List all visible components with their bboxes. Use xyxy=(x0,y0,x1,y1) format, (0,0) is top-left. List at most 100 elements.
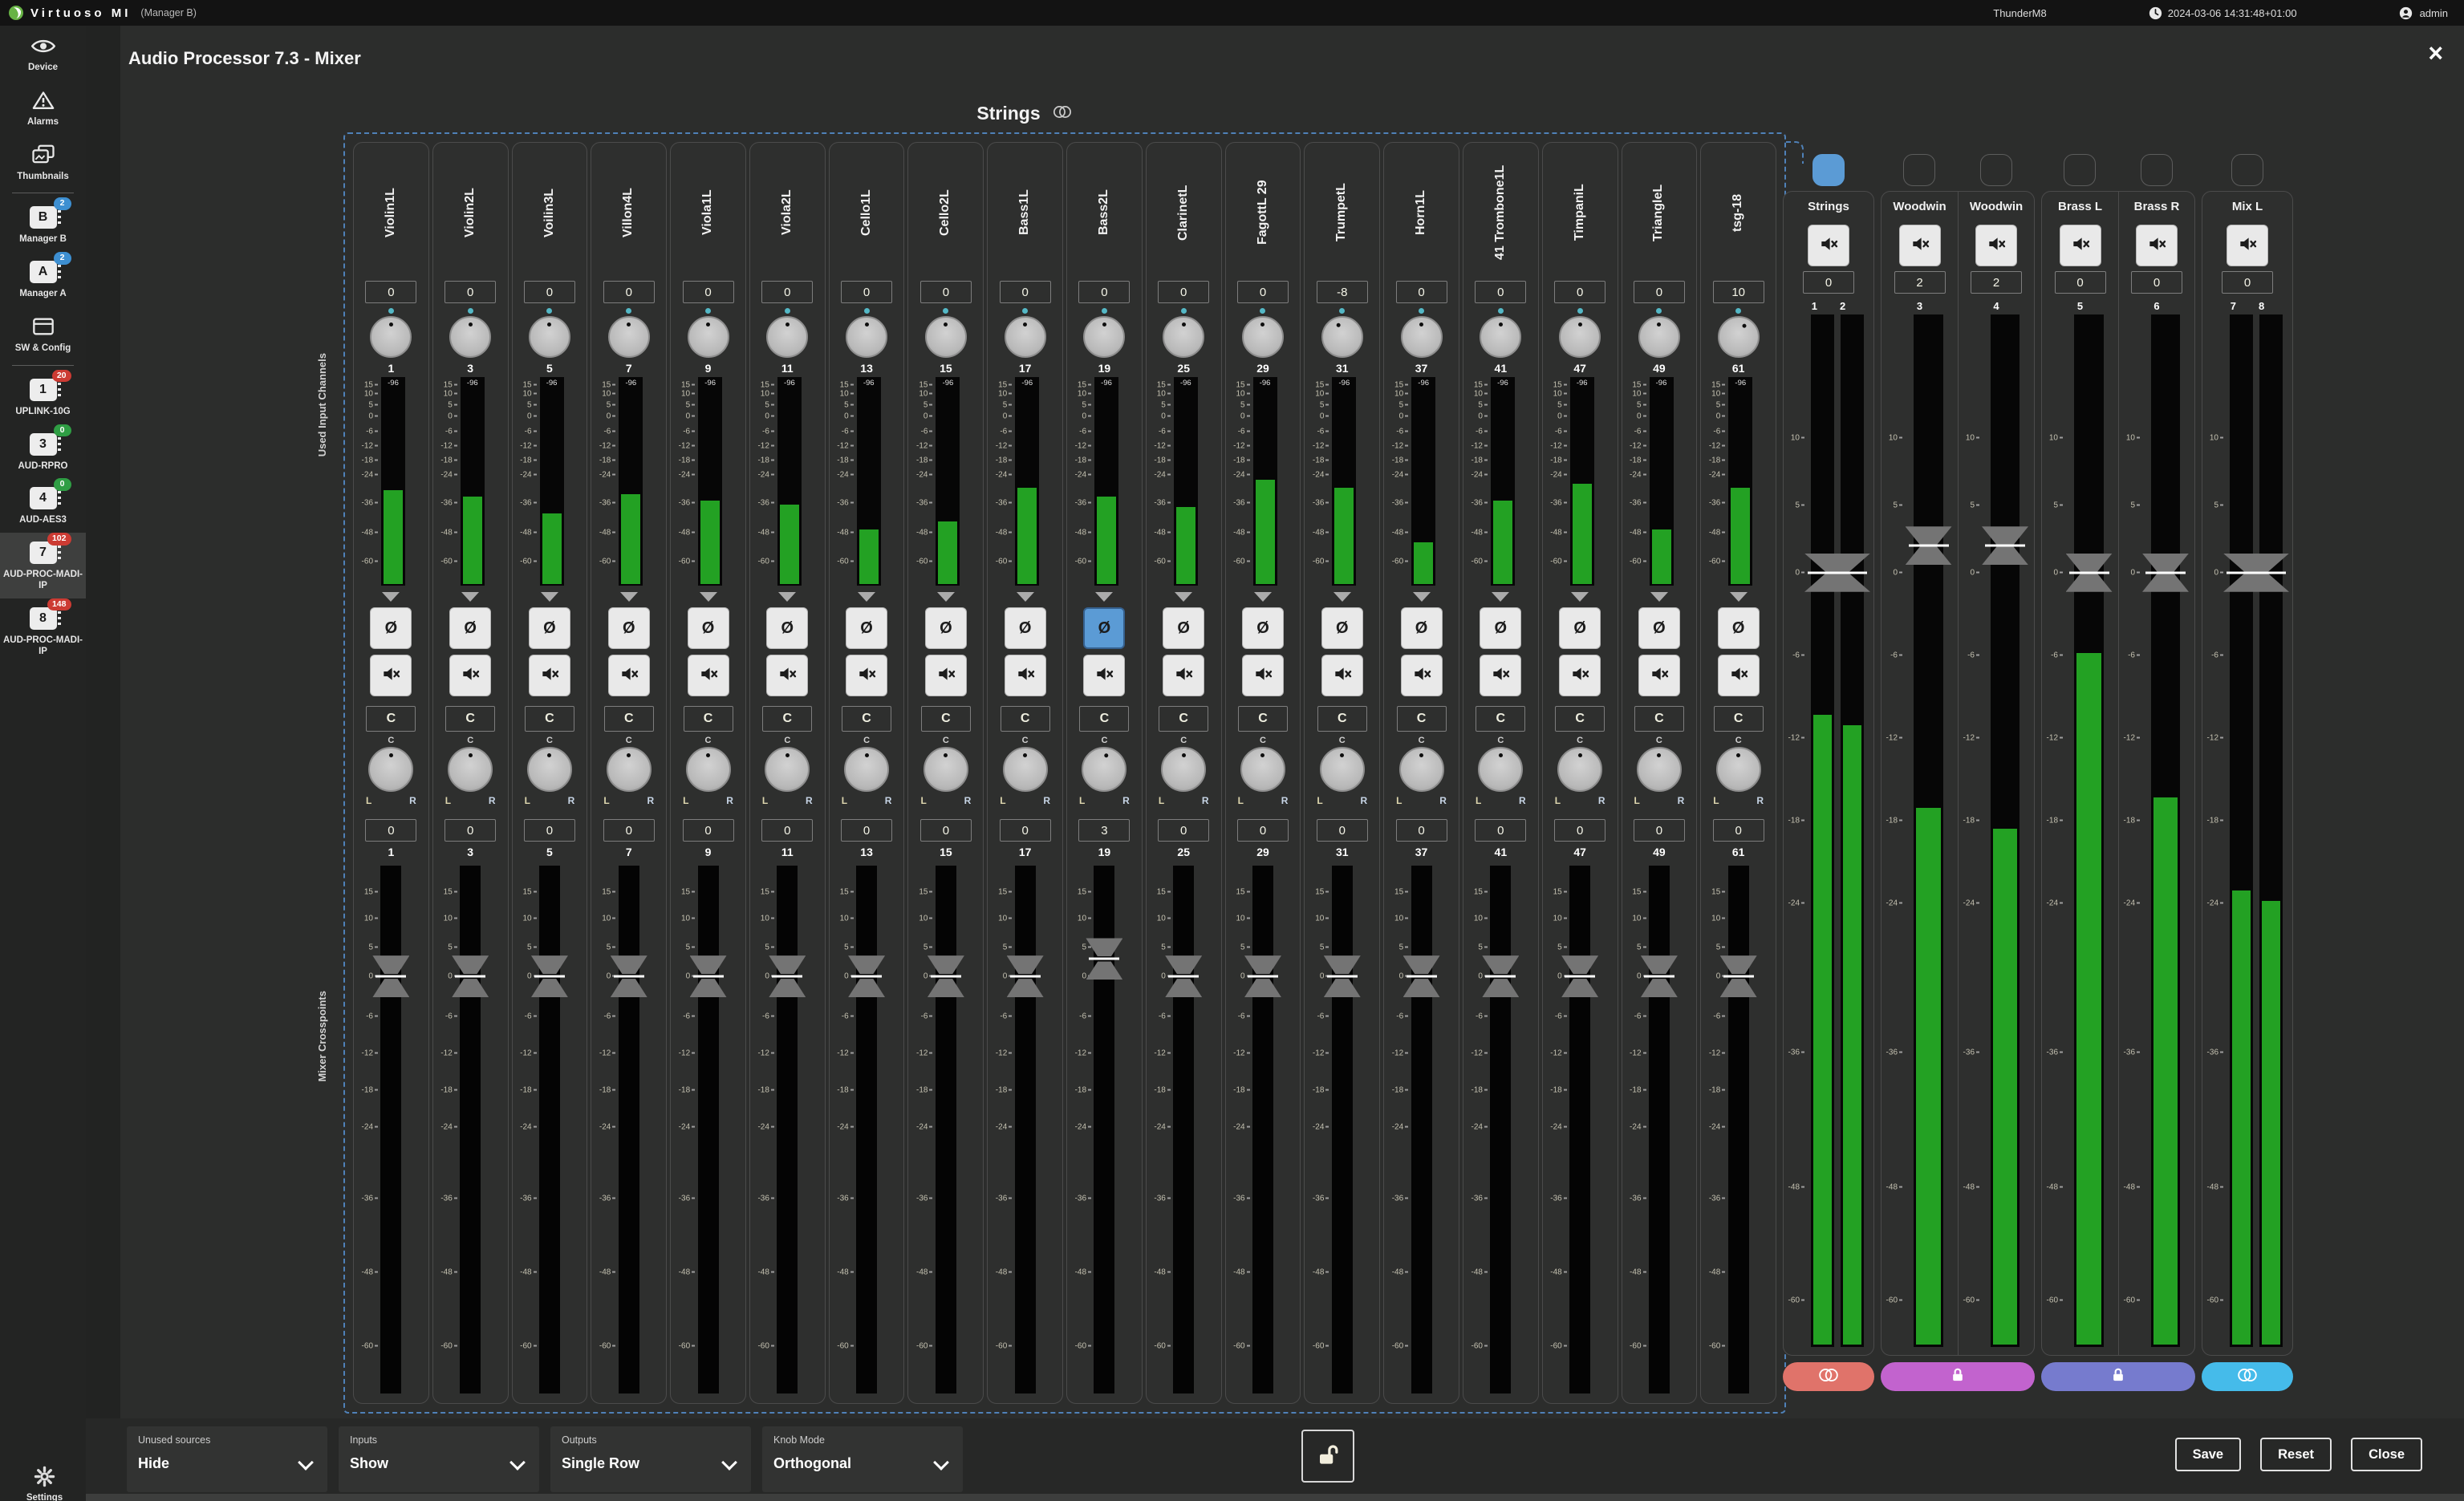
center-button[interactable]: C xyxy=(1714,706,1764,732)
crosspoint-gain-value[interactable]: 0 xyxy=(1475,819,1526,842)
mute-button[interactable] xyxy=(1321,655,1363,696)
phase-button[interactable]: Ø xyxy=(1242,607,1284,649)
pan-control[interactable]: CLR xyxy=(433,736,508,814)
phase-button[interactable]: Ø xyxy=(608,607,650,649)
center-button[interactable]: C xyxy=(1317,706,1367,732)
pan-knob[interactable] xyxy=(448,747,493,792)
pan-control[interactable]: CLR xyxy=(908,736,983,814)
meter-collapse-icon[interactable] xyxy=(937,592,955,602)
mute-button[interactable] xyxy=(1242,655,1284,696)
sidebar-item-thumbnails[interactable]: Thumbnails xyxy=(0,135,86,189)
center-button[interactable]: C xyxy=(1159,706,1208,732)
center-button[interactable]: C xyxy=(1634,706,1684,732)
pan-control[interactable]: CLR xyxy=(1305,736,1379,814)
dropdown-outputs[interactable]: OutputsSingle Row xyxy=(550,1426,751,1492)
input-gain-knob[interactable] xyxy=(1242,316,1284,358)
output-gain-value[interactable]: 0 xyxy=(2131,271,2182,294)
meter-collapse-icon[interactable] xyxy=(541,592,558,602)
meter-collapse-icon[interactable] xyxy=(1650,592,1668,602)
mute-button[interactable] xyxy=(1083,655,1125,696)
output-select-tab[interactable] xyxy=(2231,154,2263,186)
sidebar-item-device[interactable]: Device xyxy=(0,26,86,80)
meter-collapse-icon[interactable] xyxy=(1017,592,1034,602)
fader-handle[interactable] xyxy=(2142,554,2189,592)
meter-collapse-icon[interactable] xyxy=(778,592,796,602)
input-gain-knob[interactable] xyxy=(1480,316,1521,358)
phase-button[interactable]: Ø xyxy=(449,607,491,649)
meter-collapse-icon[interactable] xyxy=(858,592,875,602)
fader-handle[interactable] xyxy=(611,955,647,997)
pan-control[interactable]: CLR xyxy=(1384,736,1459,814)
meter-collapse-icon[interactable] xyxy=(700,592,717,602)
phase-button[interactable]: Ø xyxy=(1401,607,1443,649)
phase-button[interactable]: Ø xyxy=(370,607,412,649)
pan-control[interactable]: CLR xyxy=(830,736,904,814)
sidebar-item-sw-config[interactable]: SW & Config xyxy=(0,306,86,361)
fader-handle[interactable] xyxy=(1641,955,1678,997)
meter-collapse-icon[interactable] xyxy=(461,592,479,602)
output-gain-value[interactable]: 0 xyxy=(2055,271,2106,294)
fader-handle[interactable] xyxy=(848,955,885,997)
crosspoint-gain-value[interactable]: 0 xyxy=(444,819,496,842)
output-mute-button[interactable] xyxy=(2060,225,2101,266)
input-gain-value[interactable]: 0 xyxy=(920,281,972,303)
input-gain-knob[interactable] xyxy=(370,316,412,358)
crosspoint-gain-value[interactable]: 0 xyxy=(1634,819,1685,842)
fader-handle[interactable] xyxy=(1982,526,2028,565)
phase-button[interactable]: Ø xyxy=(1321,607,1363,649)
center-button[interactable]: C xyxy=(445,706,495,732)
input-gain-value[interactable]: 0 xyxy=(841,281,892,303)
center-button[interactable]: C xyxy=(1238,706,1288,732)
sidebar-item-manager-b[interactable]: B2Manager B xyxy=(0,197,86,252)
center-button[interactable]: C xyxy=(1079,706,1129,732)
crosspoint-gain-value[interactable]: 0 xyxy=(1396,819,1447,842)
pan-control[interactable]: CLR xyxy=(1543,736,1618,814)
input-gain-value[interactable]: 0 xyxy=(761,281,813,303)
mute-button[interactable] xyxy=(1163,655,1204,696)
phase-button[interactable]: Ø xyxy=(1005,607,1046,649)
horizontal-scrollbar[interactable] xyxy=(86,1494,2464,1501)
crosspoint-gain-value[interactable]: 0 xyxy=(1713,819,1764,842)
fader-handle[interactable] xyxy=(690,955,727,997)
mute-button[interactable] xyxy=(1718,655,1760,696)
output-mute-button[interactable] xyxy=(1975,225,2017,266)
pan-knob[interactable] xyxy=(1240,747,1285,792)
fader-handle[interactable] xyxy=(1720,955,1757,997)
crosspoint-gain-value[interactable]: 0 xyxy=(761,819,813,842)
meter-collapse-icon[interactable] xyxy=(1492,592,1509,602)
fader-handle[interactable] xyxy=(531,955,568,997)
output-mute-button[interactable] xyxy=(2136,225,2178,266)
fader-handle[interactable] xyxy=(1165,955,1202,997)
pan-knob[interactable] xyxy=(923,747,968,792)
reset-button[interactable]: Reset xyxy=(2260,1438,2332,1471)
input-gain-knob[interactable] xyxy=(1083,316,1125,358)
fader-handle[interactable] xyxy=(1086,938,1122,980)
dropdown-knob-mode[interactable]: Knob ModeOrthogonal xyxy=(762,1426,963,1492)
center-button[interactable]: C xyxy=(604,706,654,732)
meter-collapse-icon[interactable] xyxy=(382,592,400,602)
output-select-tab[interactable] xyxy=(2064,154,2096,186)
pan-control[interactable]: CLR xyxy=(1463,736,1538,814)
pan-control[interactable]: CLR xyxy=(1701,736,1776,814)
sidebar-item-aud-aes3[interactable]: 40AUD-AES3 xyxy=(0,478,86,533)
lock-group-button[interactable] xyxy=(2041,1362,2195,1391)
pan-knob[interactable] xyxy=(1003,747,1048,792)
fader-handle[interactable] xyxy=(2066,554,2113,592)
output-select-tab[interactable] xyxy=(1903,154,1935,186)
mute-button[interactable] xyxy=(370,655,412,696)
fader-handle[interactable] xyxy=(928,955,964,997)
input-gain-value[interactable]: 0 xyxy=(365,281,416,303)
input-gain-knob[interactable] xyxy=(1718,316,1760,358)
pan-knob[interactable] xyxy=(1557,747,1602,792)
pan-control[interactable]: CLR xyxy=(1067,736,1142,814)
pan-knob[interactable] xyxy=(1478,747,1523,792)
input-gain-knob[interactable] xyxy=(1559,316,1601,358)
pan-knob[interactable] xyxy=(607,747,652,792)
center-button[interactable]: C xyxy=(842,706,891,732)
stereo-pair-button[interactable] xyxy=(2202,1362,2293,1391)
pan-control[interactable]: CLR xyxy=(1147,736,1221,814)
input-gain-knob[interactable] xyxy=(846,316,887,358)
phase-button[interactable]: Ø xyxy=(1718,607,1760,649)
crosspoint-gain-value[interactable]: 0 xyxy=(1317,819,1368,842)
pan-knob[interactable] xyxy=(1716,747,1761,792)
